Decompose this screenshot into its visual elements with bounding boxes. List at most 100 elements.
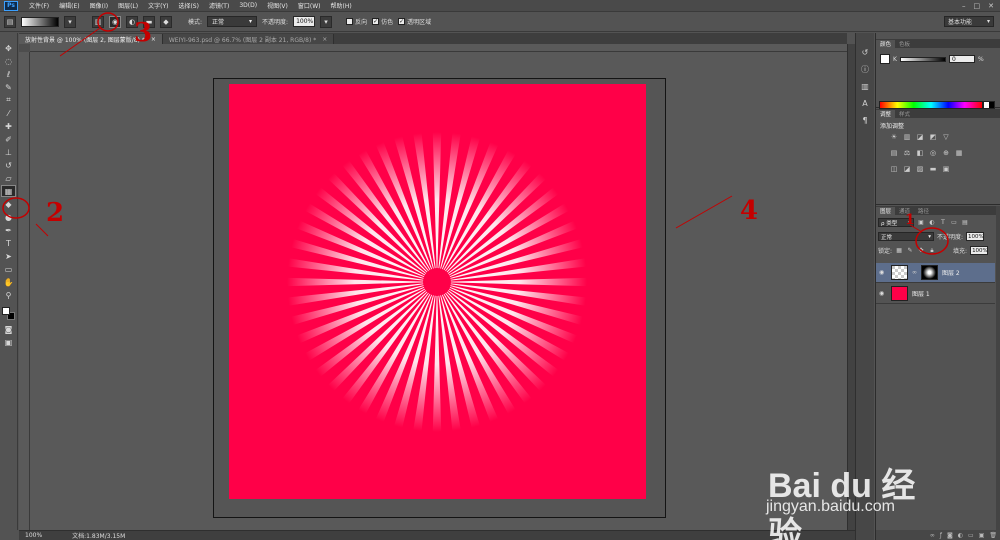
mode-select[interactable]: 正常 ▾ xyxy=(207,16,258,27)
chevron-down-icon[interactable]: ▾ xyxy=(64,15,76,28)
layer-thumbnail[interactable] xyxy=(891,265,908,280)
color-swatches[interactable] xyxy=(1,307,16,321)
tab-weiyi-psd[interactable]: WEIYI-963.psd @ 66.7% (图层 2 副本 21, RGB/8… xyxy=(162,34,335,44)
close-icon[interactable]: × xyxy=(322,36,327,43)
zoom-tool-icon[interactable]: ⚲ xyxy=(2,290,15,300)
layer-row-2[interactable]: ◉ ∞ 图层 2 xyxy=(876,263,995,283)
new-layer-icon[interactable]: ▣ xyxy=(979,532,985,539)
blur-tool-icon[interactable]: ◆ xyxy=(2,199,15,209)
canvas-area[interactable] xyxy=(30,52,847,530)
adjustment-filter-icon[interactable]: ◐ xyxy=(928,219,936,227)
clone-stamp-tool-icon[interactable]: ⊥ xyxy=(2,147,15,157)
color-balance-icon[interactable]: ⚖ xyxy=(903,149,911,157)
tab-adjustments[interactable]: 调整 xyxy=(876,110,896,118)
posterize-icon[interactable]: ◪ xyxy=(903,165,911,173)
chevron-down-icon[interactable]: ▾ xyxy=(320,15,333,28)
swatch-icon[interactable]: ▥ xyxy=(859,81,871,92)
link-icon[interactable]: ∞ xyxy=(912,269,917,276)
workspace-select[interactable]: 基本功能 ▾ xyxy=(944,16,994,27)
lock-pixels-icon[interactable]: ✎ xyxy=(906,247,914,255)
history-icon[interactable]: ↺ xyxy=(859,47,871,58)
blend-mode-select[interactable]: 正常 ▾ xyxy=(878,232,934,241)
dither-checkbox[interactable]: ✓ 仿色 xyxy=(372,17,393,26)
move-tool-icon[interactable]: ✥ xyxy=(2,43,15,53)
gradient-map-icon[interactable]: ▬ xyxy=(929,165,937,173)
layer-opacity-input[interactable]: 100% xyxy=(966,232,985,241)
gradient-tool-icon[interactable]: ▦ xyxy=(1,185,16,197)
diamond-gradient-icon[interactable]: ◆ xyxy=(160,15,172,28)
lock-position-icon[interactable]: ✥ xyxy=(917,247,925,255)
transparency-checkbox[interactable]: ✓ 透明区域 xyxy=(398,17,431,26)
maximize-icon[interactable]: □ xyxy=(974,2,981,10)
vertical-ruler[interactable] xyxy=(19,52,30,530)
menu-type[interactable]: 文字(Y) xyxy=(143,1,173,10)
quick-select-tool-icon[interactable]: ✎ xyxy=(2,82,15,92)
fx-icon[interactable]: ƒ xyxy=(940,532,942,539)
black-white-icon[interactable]: ◧ xyxy=(916,149,924,157)
reverse-checkbox[interactable]: 反向 xyxy=(346,17,367,26)
tab-styles[interactable]: 样式 xyxy=(895,110,914,118)
eye-icon[interactable]: ◉ xyxy=(879,290,887,297)
minimize-icon[interactable]: – xyxy=(962,2,966,10)
marquee-tool-icon[interactable]: ◌ xyxy=(2,56,15,66)
shape-filter-icon[interactable]: ▭ xyxy=(950,219,958,227)
dodge-tool-icon[interactable]: ● xyxy=(2,212,15,222)
eyedropper-tool-icon[interactable]: ⁄ xyxy=(2,108,15,118)
close-icon[interactable]: ✕ xyxy=(988,2,994,10)
link-layers-icon[interactable]: ∞ xyxy=(930,532,935,539)
k-value-input[interactable]: 0 xyxy=(948,55,975,63)
fill-input[interactable]: 100% xyxy=(970,246,989,255)
levels-icon[interactable]: ▥ xyxy=(903,133,911,141)
eraser-tool-icon[interactable]: ▱ xyxy=(2,173,15,183)
tab-swatches[interactable]: 色板 xyxy=(895,40,914,48)
tab-color[interactable]: 颜色 xyxy=(876,40,896,48)
layer-mask-thumbnail[interactable] xyxy=(921,265,938,280)
layer-name[interactable]: 图层 1 xyxy=(912,289,930,298)
screen-mode-icon[interactable]: ▣ xyxy=(2,337,15,347)
color-spectrum[interactable] xyxy=(879,101,983,109)
menu-3d[interactable]: 3D(D) xyxy=(234,2,262,9)
healing-brush-tool-icon[interactable]: ✚ xyxy=(2,121,15,131)
menu-file[interactable]: 文件(F) xyxy=(24,1,54,10)
lasso-tool-icon[interactable]: ℓ xyxy=(2,69,15,79)
hue-saturation-icon[interactable]: ▤ xyxy=(890,149,898,157)
smart-object-filter-icon[interactable]: ▤ xyxy=(961,219,969,227)
linear-gradient-icon[interactable]: ▥ xyxy=(92,15,104,28)
history-brush-tool-icon[interactable]: ↺ xyxy=(2,160,15,170)
zoom-level[interactable]: 100% xyxy=(25,532,42,539)
reflected-gradient-icon[interactable]: ▬ xyxy=(143,15,155,28)
angle-gradient-icon[interactable]: ◐ xyxy=(126,15,138,28)
foreground-color-swatch[interactable] xyxy=(1,307,10,315)
black-white-ramp[interactable] xyxy=(983,101,995,109)
tab-radial-background[interactable]: 放射性背景 @ 100% (图层 2, 图层蒙版/8) * × xyxy=(19,34,163,44)
quick-mask-icon[interactable]: ◙ xyxy=(2,324,15,334)
lock-transparent-icon[interactable]: ▦ xyxy=(895,247,903,255)
threshold-icon[interactable]: ▨ xyxy=(916,165,924,173)
shape-tool-icon[interactable]: ▭ xyxy=(2,264,15,274)
invert-icon[interactable]: ◫ xyxy=(890,165,898,173)
menu-filter[interactable]: 滤镜(T) xyxy=(204,1,234,10)
layer-row-1[interactable]: ◉ 图层 1 xyxy=(876,284,995,304)
eye-icon[interactable]: ◉ xyxy=(879,269,887,276)
add-mask-icon[interactable]: ◙ xyxy=(947,532,953,539)
gradient-tool-preset-icon[interactable]: ▤ xyxy=(4,15,16,28)
character-icon[interactable]: A xyxy=(859,98,871,109)
pixel-filter-icon[interactable]: ▣ xyxy=(917,219,925,227)
opacity-input[interactable]: 100% xyxy=(293,16,316,27)
lock-all-icon[interactable]: 🔒︎ xyxy=(928,247,936,255)
layer-kind-select[interactable]: ρ 类型 ▾ xyxy=(878,218,914,227)
path-select-tool-icon[interactable]: ➤ xyxy=(2,251,15,261)
foreground-color-swatch[interactable] xyxy=(880,54,890,64)
canvas-scrollbar[interactable] xyxy=(847,44,855,530)
trash-icon[interactable]: 🗑︎ xyxy=(989,532,997,539)
menu-layer[interactable]: 图层(L) xyxy=(113,1,143,10)
curves-icon[interactable]: ◪ xyxy=(916,133,924,141)
layer-thumbnail[interactable] xyxy=(891,286,908,301)
crop-tool-icon[interactable]: ⌗ xyxy=(2,95,15,105)
menu-select[interactable]: 选择(S) xyxy=(173,1,204,10)
menu-edit[interactable]: 编辑(E) xyxy=(54,1,84,10)
close-icon[interactable]: × xyxy=(151,36,156,43)
radial-gradient-icon[interactable]: ◉ xyxy=(109,15,121,28)
menu-view[interactable]: 视图(V) xyxy=(262,1,293,10)
k-slider[interactable] xyxy=(899,56,946,62)
